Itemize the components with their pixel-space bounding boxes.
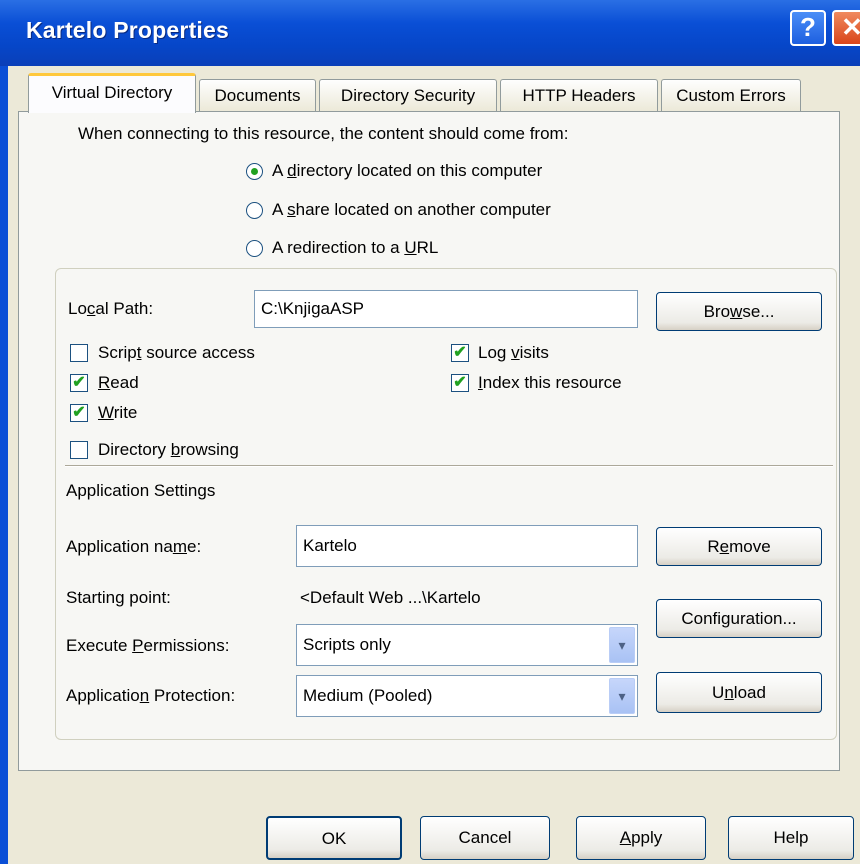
tab-directory-security[interactable]: Directory Security (319, 79, 497, 111)
radio-label-url-redirection[interactable]: A redirection to a URL (272, 238, 438, 258)
execute-permissions-label: Execute Permissions: (66, 636, 230, 655)
chevron-down-icon[interactable]: ▾ (609, 627, 635, 663)
window-frame-left (0, 66, 8, 864)
remove-button[interactable]: Remove (656, 527, 822, 566)
title-bar: Kartelo Properties ? ✕ (0, 0, 860, 66)
label-index-resource[interactable]: Index this resource (478, 373, 622, 393)
tab-label: Directory Security (340, 86, 476, 105)
checkbox-log-visits[interactable]: ✔ (451, 344, 469, 362)
app-protection-label: Application Protection: (66, 686, 236, 705)
tab-http-headers[interactable]: HTTP Headers (500, 79, 658, 111)
label-read[interactable]: Read (98, 373, 139, 393)
app-name-label: Application name: (66, 537, 202, 556)
label-script-source-access[interactable]: Script source access (98, 343, 255, 363)
checkbox-write[interactable]: ✔ (70, 404, 88, 422)
radio-url-redirection[interactable] (246, 240, 263, 257)
settings-group (55, 268, 837, 740)
unload-button[interactable]: Unload (656, 672, 822, 713)
checkbox-read[interactable]: ✔ (70, 374, 88, 392)
section-divider (65, 465, 833, 467)
radio-selected-dot (251, 168, 258, 175)
starting-point-value: <Default Web ...\Kartelo (300, 588, 481, 607)
tab-label: HTTP Headers (522, 86, 636, 105)
local-path-input[interactable]: C:\KnjigaASP (254, 290, 638, 328)
label-log-visits[interactable]: Log visits (478, 343, 549, 363)
help-footer-button[interactable]: Help (728, 816, 854, 860)
close-button[interactable]: ✕ (832, 10, 860, 46)
checkbox-directory-browsing[interactable] (70, 441, 88, 459)
content-source-prompt: When connecting to this resource, the co… (78, 124, 569, 143)
cancel-button[interactable]: Cancel (420, 816, 550, 860)
app-name-input[interactable]: Kartelo (296, 525, 638, 567)
radio-label-network-share[interactable]: A share located on another computer (272, 200, 551, 220)
radio-local-directory[interactable] (246, 163, 263, 180)
tab-documents[interactable]: Documents (199, 79, 316, 111)
tab-virtual-directory[interactable]: Virtual Directory (28, 73, 196, 113)
radio-label-local-directory[interactable]: A directory located on this computer (272, 161, 542, 181)
chevron-down-icon[interactable]: ▾ (609, 678, 635, 714)
local-path-label: Local Path: (68, 299, 154, 318)
checkmark-icon: ✔ (453, 374, 467, 391)
close-icon: ✕ (841, 12, 860, 42)
execute-permissions-select[interactable]: Scripts only ▾ (296, 624, 638, 666)
tab-label: Documents (214, 86, 301, 105)
tab-label: Virtual Directory (51, 83, 173, 102)
label-write[interactable]: Write (98, 403, 137, 423)
checkmark-icon: ✔ (72, 374, 86, 391)
apply-button[interactable]: Apply (576, 816, 706, 860)
ok-button[interactable]: OK (266, 816, 402, 860)
label-directory-browsing[interactable]: Directory browsing (98, 440, 239, 460)
help-icon: ? (800, 12, 816, 42)
help-button[interactable]: ? (790, 10, 826, 46)
starting-point-label: Starting point: (66, 588, 171, 607)
window-title: Kartelo Properties (26, 17, 229, 43)
checkbox-index-resource[interactable]: ✔ (451, 374, 469, 392)
configuration-button[interactable]: Configuration... (656, 599, 822, 638)
tab-custom-errors[interactable]: Custom Errors (661, 79, 801, 111)
radio-network-share[interactable] (246, 202, 263, 219)
select-value: Medium (Pooled) (303, 686, 433, 705)
checkbox-script-source-access[interactable] (70, 344, 88, 362)
tab-label: Custom Errors (676, 86, 786, 105)
app-settings-heading: Application Settings (66, 481, 216, 500)
browse-button[interactable]: Browse... (656, 292, 822, 331)
app-protection-select[interactable]: Medium (Pooled) ▾ (296, 675, 638, 717)
select-value: Scripts only (303, 635, 391, 654)
checkmark-icon: ✔ (72, 404, 86, 421)
checkmark-icon: ✔ (453, 344, 467, 361)
